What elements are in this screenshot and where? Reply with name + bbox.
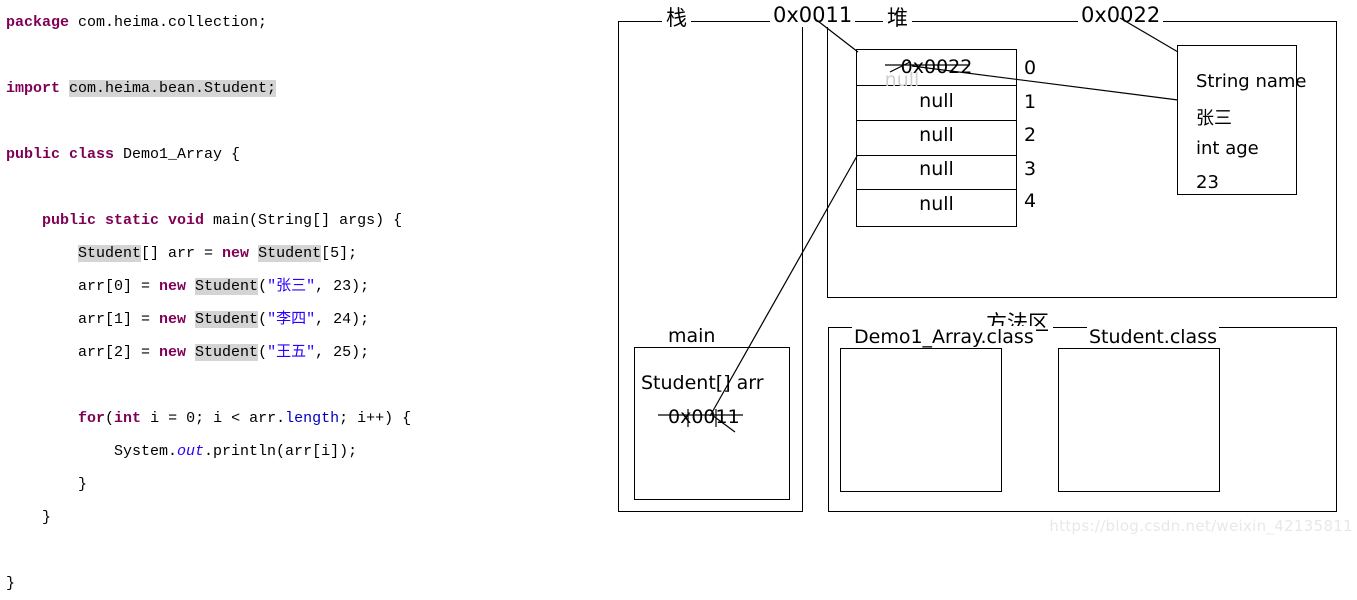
code-line: for(int i = 0; i < arr.length; i++) { — [6, 402, 600, 435]
code-token: .println(arr[i]); — [204, 443, 358, 460]
code-token: Student — [258, 245, 322, 262]
code-token: ( — [258, 311, 268, 328]
code-token: "张三" — [267, 278, 316, 295]
jvm-memory-diagram: 栈 0x0011 堆 0x0022 方法区 0x0022 null null n… — [600, 0, 1357, 539]
code-token: Student — [195, 344, 259, 361]
code-token: Student — [78, 245, 142, 262]
code-token: main(String[] args) { — [213, 212, 403, 229]
code-line: public class Demo1_Array { — [6, 138, 600, 171]
code-token: "李四" — [267, 311, 316, 328]
code-line: } — [6, 501, 600, 534]
leader-object-address — [1119, 17, 1179, 53]
code-line: arr[2] = new Student("王五", 25); — [6, 336, 600, 369]
code-token: com.heima.collection; — [78, 14, 268, 31]
code-token: System. — [6, 443, 178, 460]
code-token: ( — [258, 278, 268, 295]
code-token: length — [285, 410, 340, 427]
code-token: new — [159, 278, 196, 295]
leader-stackvar-to-array — [709, 155, 858, 417]
code-token: "王五" — [267, 344, 316, 361]
code-line: arr[0] = new Student("张三", 23); — [6, 270, 600, 303]
code-token: package — [6, 14, 79, 31]
code-line: } — [6, 567, 600, 600]
leader-array-address — [813, 17, 859, 53]
code-token: ; i++) { — [339, 410, 412, 427]
code-line: arr[1] = new Student("李四", 24); — [6, 303, 600, 336]
code-token: } — [6, 575, 16, 592]
code-line: } — [6, 468, 600, 501]
code-token: arr[1] = — [6, 311, 160, 328]
code-token: , 24); — [315, 311, 370, 328]
java-code-listing: package com.heima.collection; import com… — [0, 0, 600, 592]
code-token: public static void — [6, 212, 214, 229]
code-token: import — [6, 80, 70, 97]
code-token: , 23); — [315, 278, 370, 295]
code-token: Student — [195, 311, 259, 328]
code-token: arr[0] = — [6, 278, 160, 295]
code-line: Student[] arr = new Student[5]; — [6, 237, 600, 270]
code-token: arr[2] = — [6, 344, 160, 361]
code-line: package com.heima.collection; — [6, 6, 600, 39]
code-token: ( — [258, 344, 268, 361]
code-token: new — [159, 344, 196, 361]
code-token: ( — [105, 410, 115, 427]
code-token: [5]; — [321, 245, 358, 262]
code-token: i = 0; i < arr. — [150, 410, 286, 427]
code-token: new — [159, 311, 196, 328]
code-token: [] arr = — [141, 245, 223, 262]
pointer-leader-lines: null — [658, 17, 1179, 433]
code-token: , 25); — [315, 344, 370, 361]
code-token: for — [78, 410, 106, 427]
code-token: public class — [6, 146, 124, 163]
code-token: int — [114, 410, 151, 427]
code-line: System.out.println(arr[i]); — [6, 435, 600, 468]
code-token: Demo1_Array { — [123, 146, 241, 163]
code-token: Student — [195, 278, 259, 295]
code-token: com.heima.bean.Student; — [69, 80, 277, 97]
code-line: import com.heima.bean.Student; — [6, 72, 600, 105]
leader-cell0-to-object — [911, 65, 1179, 101]
code-token: } — [6, 509, 52, 526]
code-token: } — [6, 476, 88, 493]
code-token: new — [222, 245, 259, 262]
code-line: public static void main(String[] args) { — [6, 204, 600, 237]
watermark-text: https://blog.csdn.net/weixin_42135811 — [1049, 517, 1353, 535]
code-token: out — [177, 443, 205, 460]
overwritten-null-remnant: null — [885, 69, 920, 91]
